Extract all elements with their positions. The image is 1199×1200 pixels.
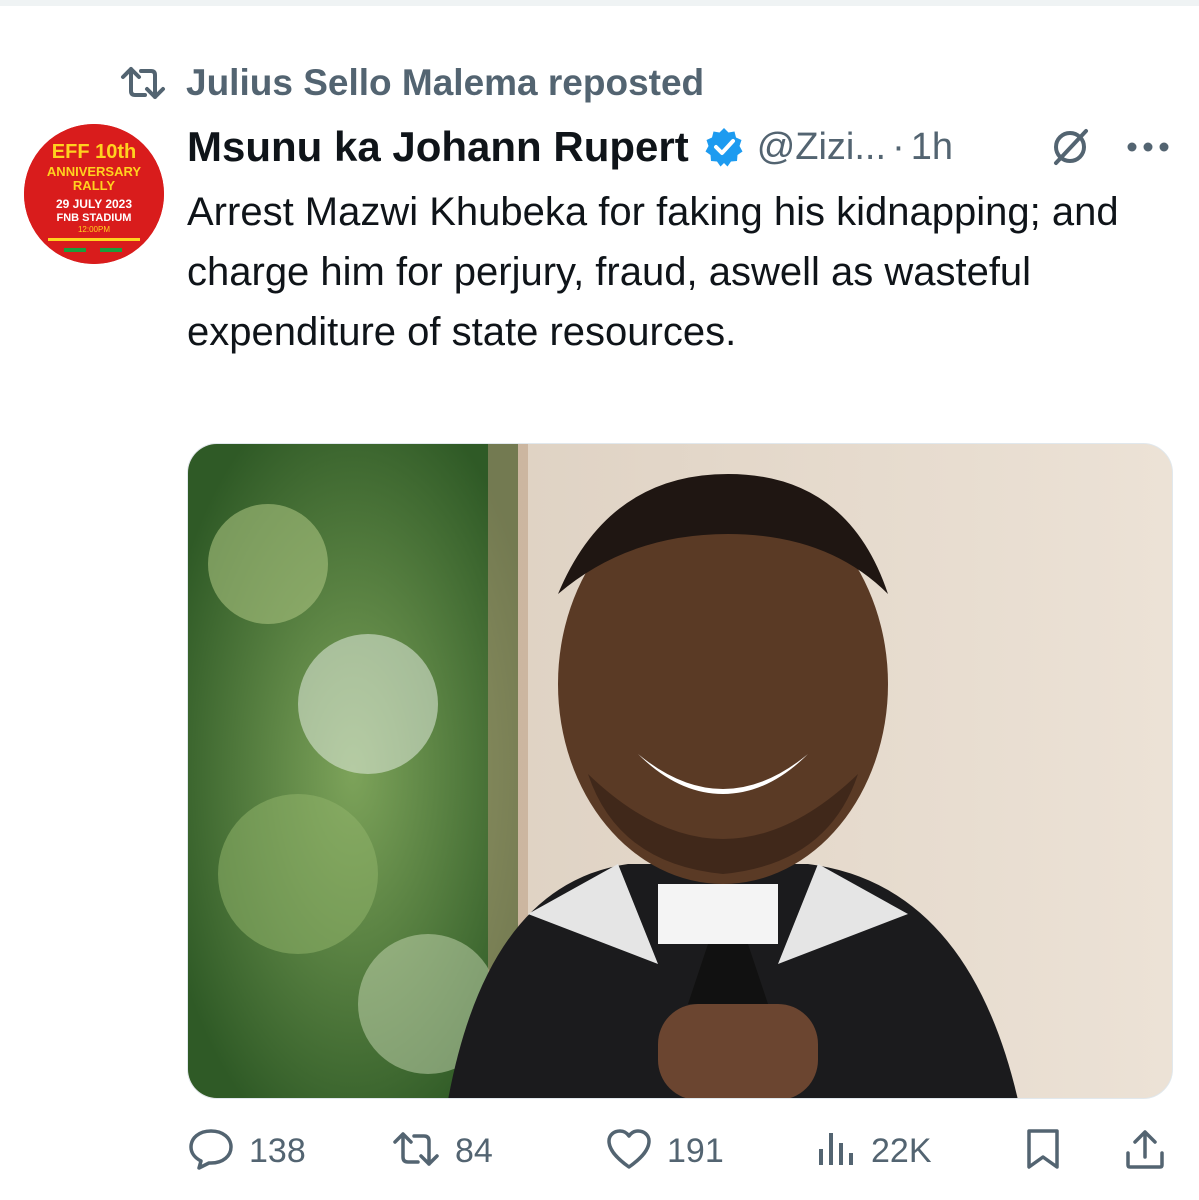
separator: · xyxy=(892,125,905,168)
views-icon xyxy=(813,1129,857,1174)
repost-button[interactable]: 84 xyxy=(391,1120,493,1182)
verified-badge-icon xyxy=(703,126,745,168)
grok-icon[interactable] xyxy=(1045,124,1095,170)
avatar-line-3: RALLY xyxy=(73,178,115,193)
timestamp[interactable]: 1h xyxy=(911,126,953,169)
action-bar: 138 84 191 22K xyxy=(187,1120,1177,1182)
bookmark-icon xyxy=(1023,1127,1063,1176)
repost-icon xyxy=(391,1129,441,1174)
reply-button[interactable]: 138 xyxy=(187,1120,306,1182)
reply-count: 138 xyxy=(249,1131,306,1170)
like-count: 191 xyxy=(667,1131,724,1170)
top-divider xyxy=(0,0,1199,6)
handle[interactable]: @Zizi... xyxy=(757,126,886,169)
avatar-line-1: EFF 10th xyxy=(52,141,136,163)
tweet-text: Arrest Mazwi Khubeka for faking his kidn… xyxy=(187,190,1119,354)
bookmark-button[interactable] xyxy=(1023,1120,1063,1182)
avatar-line-4: 29 JULY 2023 xyxy=(56,197,132,211)
avatar-line-5: FNB STADIUM xyxy=(57,212,132,224)
tweet-photo[interactable] xyxy=(187,443,1173,1099)
repost-header[interactable]: Julius Sello Malema reposted xyxy=(118,58,704,108)
display-name[interactable]: Msunu ka Johann Rupert xyxy=(187,123,689,171)
repost-label[interactable]: Julius Sello Malema reposted xyxy=(186,62,704,104)
tweet-header: Msunu ka Johann Rupert @Zizi... · 1h xyxy=(187,116,1177,178)
views-button[interactable]: 22K xyxy=(813,1120,932,1182)
more-options-icon[interactable] xyxy=(1123,124,1173,170)
like-button[interactable]: 191 xyxy=(605,1120,724,1182)
share-icon xyxy=(1123,1127,1167,1176)
reply-icon xyxy=(187,1127,235,1176)
share-button[interactable] xyxy=(1123,1120,1167,1182)
avatar-line-6: 12:00PM xyxy=(78,225,110,234)
heart-icon xyxy=(605,1127,653,1176)
repost-icon xyxy=(118,63,168,103)
avatar-line-2: ANNIVERSARY xyxy=(47,164,141,179)
views-count: 22K xyxy=(871,1131,932,1170)
repost-count: 84 xyxy=(455,1131,493,1170)
avatar[interactable]: EFF 10th ANNIVERSARY RALLY 29 JULY 2023 … xyxy=(24,124,164,264)
